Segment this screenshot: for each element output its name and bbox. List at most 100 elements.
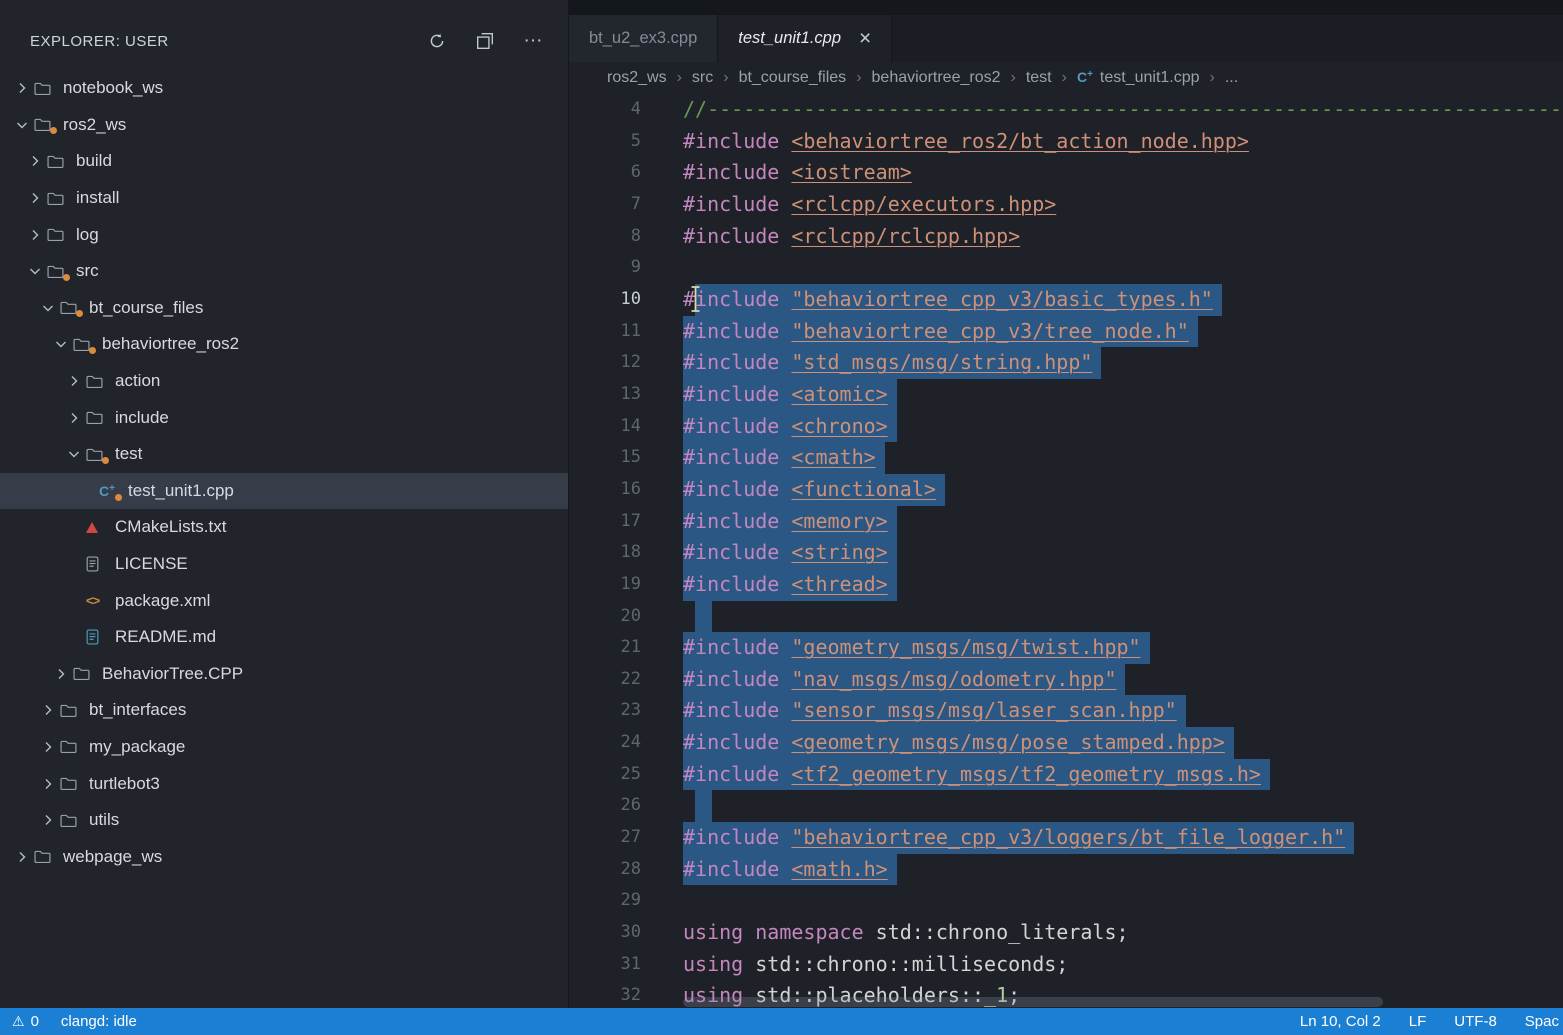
close-tab-icon[interactable]: × [859,28,871,49]
tree-item-install[interactable]: install [0,180,568,217]
code-line-21[interactable]: 21#include "geometry_msgs/msg/twist.hpp" [569,632,1563,664]
chevron-right-icon[interactable] [40,739,60,755]
code-line-26[interactable]: 26 [569,790,1563,822]
tree-item-utils[interactable]: utils [0,802,568,839]
breadcrumb-item-behaviortree-ros2[interactable]: behaviortree_ros2 [872,69,1001,87]
code-line-5[interactable]: 5#include <behaviortree_ros2/bt_action_n… [569,126,1563,158]
refresh-icon[interactable] [426,30,448,52]
code-line-29[interactable]: 29 [569,885,1563,917]
code-line-4[interactable]: 4//-------------------------------------… [569,94,1563,126]
tree-item-bt-interfaces[interactable]: bt_interfaces [0,692,568,729]
tree-item-log[interactable]: log [0,216,568,253]
breadcrumb-item-test-unit1-cpp[interactable]: C+test_unit1.cpp [1077,69,1200,87]
tree-item-my-package[interactable]: my_package [0,729,568,766]
tab-bt-u2-ex3-cpp[interactable]: bt_u2_ex3.cpp [569,15,718,62]
encoding-indicator[interactable]: UTF-8 [1454,1013,1497,1030]
code-line-text: #include "geometry_msgs/msg/twist.hpp" [641,632,1150,664]
tree-item-notebook-ws[interactable]: notebook_ws [0,70,568,107]
code-line-13[interactable]: 13#include <atomic> [569,379,1563,411]
tree-item-license[interactable]: LICENSE [0,546,568,583]
tab-test-unit1-cpp[interactable]: test_unit1.cpp× [718,15,892,62]
breadcrumb-label: src [692,69,713,87]
code-token: <math.h> [791,857,887,881]
tree-item-cmakelists-txt[interactable]: CMakeLists.txt [0,509,568,546]
tree-item-bt-course-files[interactable]: bt_course_files [0,290,568,327]
code-line-23[interactable]: 23#include "sensor_msgs/msg/laser_scan.h… [569,695,1563,727]
chevron-right-icon[interactable] [27,190,47,206]
folder-icon [60,739,84,754]
chevron-down-icon[interactable] [14,117,34,133]
chevron-right-icon[interactable] [27,227,47,243]
tree-item-ros2-ws[interactable]: ros2_ws [0,107,568,144]
code-editor[interactable]: 4//-------------------------------------… [569,94,1563,1008]
code-line-14[interactable]: 14#include <chrono> [569,411,1563,443]
breadcrumb-item-[interactable]: ... [1225,69,1238,87]
chevron-down-icon[interactable] [40,300,60,316]
tree-item-behaviortree-cpp[interactable]: BehaviorTree.CPP [0,656,568,693]
code-line-15[interactable]: 15#include <cmath> [569,442,1563,474]
tree-item-build[interactable]: build [0,143,568,180]
breadcrumb-item-test[interactable]: test [1026,69,1052,87]
tree-item-readme-md[interactable]: README.md [0,619,568,656]
tree-item-turtlebot3[interactable]: turtlebot3 [0,765,568,802]
code-line-9[interactable]: 9 [569,252,1563,284]
code-line-8[interactable]: 8#include <rclcpp/rclcpp.hpp> [569,221,1563,253]
code-line-6[interactable]: 6#include <iostream> [569,157,1563,189]
code-line-19[interactable]: 19#include <thread> [569,569,1563,601]
code-line-20[interactable]: 20 [569,601,1563,633]
code-line-24[interactable]: 24#include <geometry_msgs/msg/pose_stamp… [569,727,1563,759]
tree-item-label: utils [89,810,119,830]
eol-indicator[interactable]: LF [1409,1013,1427,1030]
code-line-31[interactable]: 31using std::chrono::milliseconds; [569,949,1563,981]
breadcrumb-label: behaviortree_ros2 [872,69,1001,87]
breadcrumb-item-src[interactable]: src [692,69,713,87]
code-line-text: #include <functional> [641,474,945,506]
horizontal-scrollbar[interactable] [683,997,1383,1007]
chevron-down-icon[interactable] [53,336,73,352]
clangd-status[interactable]: clangd: idle [61,1013,137,1030]
selection-highlight [695,601,712,633]
tree-item-webpage-ws[interactable]: webpage_ws [0,838,568,875]
indentation-indicator[interactable]: Spac [1525,1013,1559,1030]
tree-item-src[interactable]: src [0,253,568,290]
tree-item-behaviortree-ros2[interactable]: behaviortree_ros2 [0,326,568,363]
code-line-10[interactable]: 10#include "behaviortree_cpp_v3/basic_ty… [569,284,1563,316]
code-line-11[interactable]: 11#include "behaviortree_cpp_v3/tree_nod… [569,316,1563,348]
chevron-down-icon[interactable] [27,263,47,279]
code-line-28[interactable]: 28#include <math.h> [569,854,1563,886]
cursor-position[interactable]: Ln 10, Col 2 [1300,1013,1381,1030]
tree-item-action[interactable]: action [0,363,568,400]
chevron-right-icon[interactable] [66,373,86,389]
line-number: 27 [569,822,641,854]
chevron-right-icon[interactable] [40,776,60,792]
breadcrumb-item-ros2-ws[interactable]: ros2_ws [607,69,667,87]
code-token: <memory> [791,509,887,533]
code-line-17[interactable]: 17#include <memory> [569,506,1563,538]
tree-item-package-xml[interactable]: <>package.xml [0,582,568,619]
code-line-18[interactable]: 18#include <string> [569,537,1563,569]
code-line-22[interactable]: 22#include "nav_msgs/msg/odometry.hpp" [569,664,1563,696]
more-actions-icon[interactable]: ··· [522,30,544,52]
chevron-right-icon[interactable] [66,410,86,426]
code-line-16[interactable]: 16#include <functional> [569,474,1563,506]
breadcrumb-item-bt-course-files[interactable]: bt_course_files [739,69,847,87]
tree-item-test[interactable]: test [0,436,568,473]
chevron-right-icon[interactable] [40,812,60,828]
tree-item-test-unit1-cpp[interactable]: C+test_unit1.cpp [0,473,568,510]
chevron-right-icon[interactable] [40,702,60,718]
code-line-7[interactable]: 7#include <rclcpp/executors.hpp> [569,189,1563,221]
problems-indicator[interactable]: ⚠ 0 [12,1013,39,1030]
code-token: <behaviortree_ros2/bt_action_node.hpp> [791,129,1249,153]
code-line-25[interactable]: 25#include <tf2_geometry_msgs/tf2_geomet… [569,759,1563,791]
code-line-30[interactable]: 30using namespace std::chrono_literals; [569,917,1563,949]
code-line-27[interactable]: 27#include "behaviortree_cpp_v3/loggers/… [569,822,1563,854]
collapse-folders-icon[interactable] [474,30,496,52]
chevron-down-icon[interactable] [66,446,86,462]
code-line-text: #include <math.h> [641,854,897,886]
chevron-right-icon[interactable] [27,153,47,169]
code-line-12[interactable]: 12#include "std_msgs/msg/string.hpp" [569,347,1563,379]
chevron-right-icon[interactable] [14,80,34,96]
tree-item-include[interactable]: include [0,399,568,436]
chevron-right-icon[interactable] [53,666,73,682]
chevron-right-icon[interactable] [14,849,34,865]
